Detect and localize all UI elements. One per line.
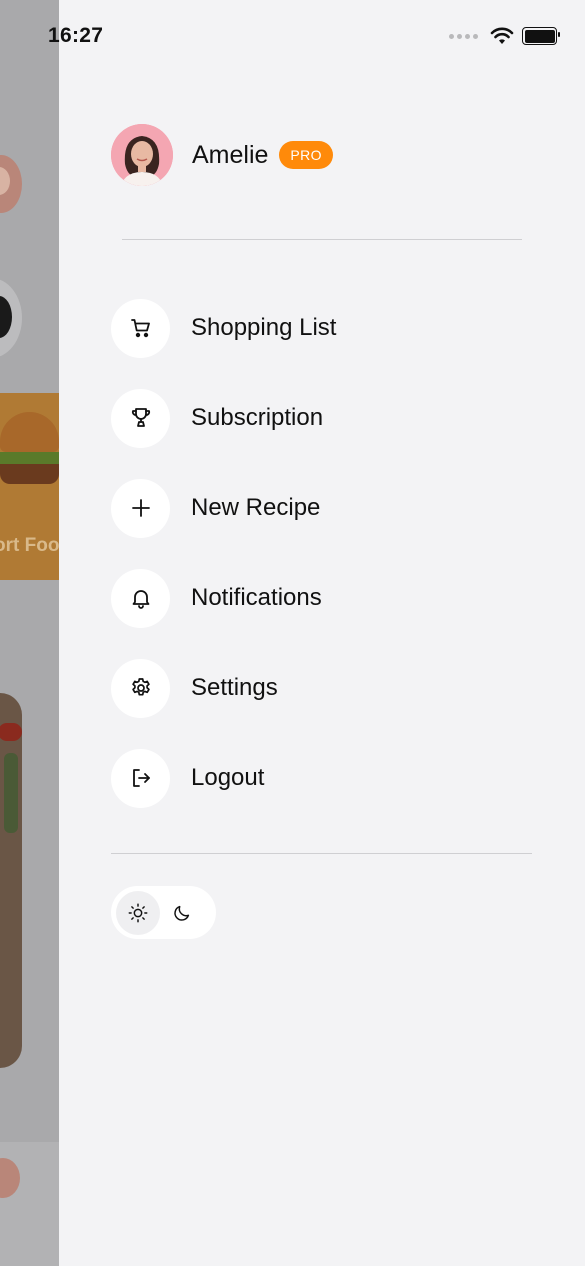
- moon-icon: [174, 905, 190, 921]
- divider: [122, 239, 522, 240]
- menu-item-shopping-list[interactable]: Shopping List: [111, 298, 336, 358]
- background-round-button: [0, 278, 22, 358]
- plus-icon: [111, 478, 170, 538]
- burger-lettuce: [0, 452, 59, 464]
- light-mode-button[interactable]: [116, 890, 160, 935]
- theme-toggle[interactable]: [111, 886, 216, 939]
- background-recipe-card: [0, 693, 22, 1068]
- menu-item-label: Shopping List: [191, 314, 337, 341]
- drawer-menu: Shopping List Subscription New Recipe No…: [111, 298, 336, 838]
- menu-item-label: New Recipe: [191, 494, 321, 521]
- trophy-icon: [111, 388, 170, 448]
- avatar[interactable]: [111, 124, 173, 186]
- wifi-icon: [490, 27, 514, 44]
- background-category-label: ort Foo: [0, 535, 59, 556]
- menu-item-notifications[interactable]: Notifications: [111, 568, 336, 628]
- burger-patty: [0, 464, 59, 484]
- profile-header[interactable]: Amelie PRO: [111, 124, 333, 186]
- menu-item-label: Settings: [191, 674, 278, 701]
- dark-mode-button[interactable]: [160, 891, 204, 935]
- menu-item-label: Notifications: [191, 584, 322, 611]
- logout-icon: [111, 748, 170, 808]
- profile-name: Amelie: [192, 140, 269, 169]
- menu-item-settings[interactable]: Settings: [111, 658, 336, 718]
- status-icons: [449, 27, 560, 45]
- bell-icon: [111, 568, 170, 628]
- sun-icon: [128, 903, 148, 922]
- menu-item-subscription[interactable]: Subscription: [111, 388, 336, 448]
- menu-item-label: Subscription: [191, 404, 324, 431]
- pro-badge: PRO: [279, 141, 333, 169]
- battery-icon: [522, 27, 560, 45]
- signal-icon: [449, 33, 478, 39]
- menu-item-logout[interactable]: Logout: [111, 748, 336, 808]
- menu-item-label: Logout: [191, 764, 265, 791]
- background-overlay[interactable]: ort Foo: [0, 0, 59, 1266]
- menu-item-new-recipe[interactable]: New Recipe: [111, 478, 336, 538]
- status-time: 16:27: [48, 24, 104, 47]
- cart-icon: [111, 298, 170, 358]
- gear-icon: [111, 658, 170, 718]
- divider: [111, 853, 532, 854]
- background-avatar: [0, 155, 22, 213]
